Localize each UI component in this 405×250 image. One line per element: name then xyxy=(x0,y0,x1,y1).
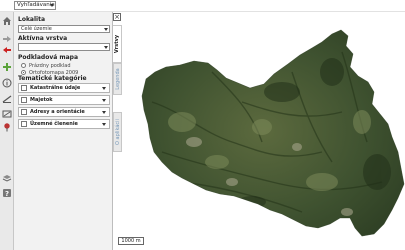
scale-bar: 1000 m xyxy=(118,237,144,245)
category-label: Majetok xyxy=(30,97,53,103)
basemap-option-label: Prázdny podklad xyxy=(29,62,71,69)
lokalita-select[interactable]: Celé územie xyxy=(18,25,110,33)
chevron-down-icon[interactable] xyxy=(102,122,106,126)
tab-vrstvy[interactable]: Vrstvy xyxy=(113,25,122,63)
pin-icon[interactable] xyxy=(2,122,12,132)
category-checkbox[interactable] xyxy=(21,109,27,115)
measure-line-icon[interactable] xyxy=(2,94,12,104)
category-label: Katastrálne údaje xyxy=(30,85,81,91)
category-majetok[interactable]: Majetok xyxy=(18,95,110,105)
info-icon[interactable] xyxy=(2,78,12,88)
help-icon[interactable]: ? xyxy=(2,188,12,198)
category-checkbox[interactable] xyxy=(21,85,27,91)
measure-area-icon[interactable] xyxy=(2,109,12,119)
category-checkbox[interactable] xyxy=(21,97,27,103)
basemap-option-empty[interactable]: Prázdny podklad xyxy=(21,62,71,69)
aktivna-vrstva-select[interactable] xyxy=(18,43,110,51)
tab-label: O aplikácii xyxy=(114,119,121,145)
radio-button[interactable] xyxy=(21,63,26,68)
arrow-left-icon[interactable] xyxy=(2,45,12,55)
chevron-down-icon xyxy=(104,28,108,31)
chevron-down-icon xyxy=(104,46,108,49)
arrow-right-icon[interactable] xyxy=(2,34,12,44)
podkladova-mapa-label: Podkladová mapa xyxy=(18,54,79,61)
tematicke-kategorie-label: Tematické kategórie xyxy=(18,75,87,82)
map-canvas[interactable] xyxy=(122,12,405,250)
category-label: Územné členenie xyxy=(30,121,78,127)
close-panel-button[interactable]: × xyxy=(113,13,121,21)
plus-icon[interactable] xyxy=(2,62,12,72)
tab-legenda[interactable]: Legenda xyxy=(113,63,122,95)
chevron-down-icon[interactable] xyxy=(102,98,106,102)
layers-panel: Lokalita Celé územie Aktívna vrstva Podk… xyxy=(14,12,113,250)
left-toolbar: ? xyxy=(0,12,14,250)
tab-o-aplikacii[interactable]: O aplikácii xyxy=(113,112,122,152)
layers-icon[interactable] xyxy=(2,173,12,183)
tab-label: Legenda xyxy=(114,68,121,90)
orthophoto-map xyxy=(141,29,405,237)
category-label: Adresy a orientácie xyxy=(30,109,85,115)
category-adresy-a-orientacie[interactable]: Adresy a orientácie xyxy=(18,107,110,117)
top-bar: Vyhľadávanie xyxy=(0,0,405,12)
category-uzemne-clenenie[interactable]: Územné členenie xyxy=(18,119,110,129)
aktivna-vrstva-label: Aktívna vrstva xyxy=(18,35,68,42)
tab-label: Vrstvy xyxy=(114,34,120,54)
svg-text:?: ? xyxy=(5,190,9,198)
category-checkbox[interactable] xyxy=(21,121,27,127)
chevron-down-icon[interactable] xyxy=(102,110,106,114)
home-icon[interactable] xyxy=(2,16,12,26)
search-mode-select[interactable]: Vyhľadávanie xyxy=(14,1,56,10)
category-katastralne-udaje[interactable]: Katastrálne údaje xyxy=(18,83,110,93)
lokalita-select-value: Celé územie xyxy=(21,26,52,32)
lokalita-label: Lokalita xyxy=(18,16,46,23)
chevron-down-icon[interactable] xyxy=(102,86,106,90)
chevron-down-icon xyxy=(50,4,54,7)
